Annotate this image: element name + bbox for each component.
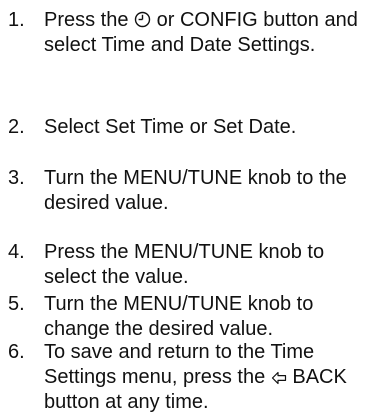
step-number: 2. bbox=[8, 116, 25, 138]
step-number: 5. bbox=[8, 293, 25, 315]
step-text: Press the MENU/TUNE knob to select the v… bbox=[44, 241, 325, 288]
step-text: Turn the MENU/TUNE knob to the desired v… bbox=[44, 167, 347, 214]
step-text: To save and return to the Time Settings … bbox=[44, 341, 347, 413]
step-number: 4. bbox=[8, 241, 25, 263]
back-arrow-icon bbox=[271, 371, 287, 385]
step-text: Turn the MENU/TUNE knob to change the de… bbox=[44, 293, 314, 340]
step-number: 1. bbox=[8, 9, 25, 31]
step-number: 3. bbox=[8, 167, 25, 189]
step-text: Press the or CONFIG button and select Ti… bbox=[44, 9, 358, 56]
step-number: 6. bbox=[8, 341, 25, 363]
clock-icon bbox=[134, 11, 151, 28]
step-text: Select Set Time or Set Date. bbox=[44, 116, 297, 138]
